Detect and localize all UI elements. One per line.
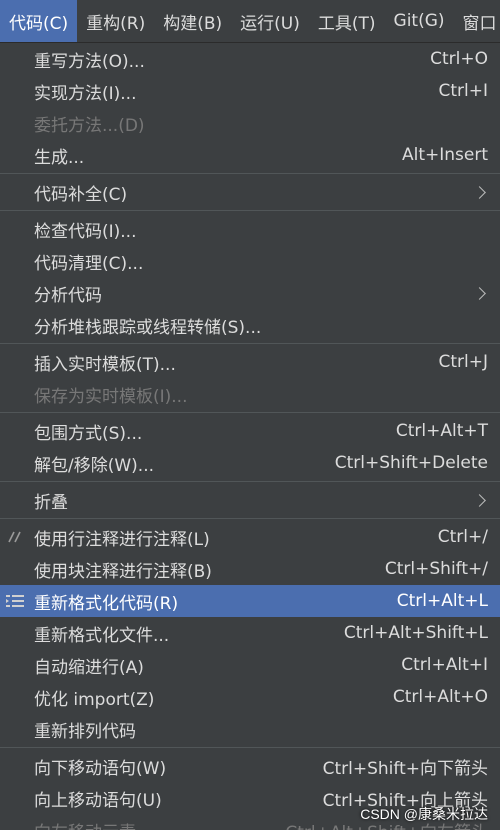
menu-item-shortcut: Ctrl+/	[437, 527, 488, 547]
menu-item-shortcut: Ctrl+Alt+L	[396, 591, 488, 611]
menu-item-label: 保存为实时模板(I)...	[34, 386, 188, 407]
menu-item[interactable]: 生成... Alt+Insert	[0, 139, 500, 171]
menubar-item[interactable]: 代码(C)	[0, 0, 78, 42]
menubar-item[interactable]: 构建(B)	[154, 0, 231, 42]
submenu-arrow-icon	[473, 185, 486, 199]
menu-item-label: 解包/移除(W)...	[34, 455, 155, 476]
menu-separator	[0, 173, 500, 174]
menubar-item[interactable]: 窗口	[454, 0, 500, 42]
menu-item-label: 自动缩进行(A)	[34, 657, 144, 678]
menu-item-label: 折叠	[34, 492, 68, 513]
menu-item-shortcut: Ctrl+Alt+O	[392, 687, 488, 707]
menu-separator	[0, 412, 500, 413]
menubar-item[interactable]: 重构(R)	[77, 0, 154, 42]
menu-item: 委托方法...(D)	[0, 107, 500, 139]
menu-item-label: 委托方法...(D)	[34, 115, 145, 136]
menubar-item[interactable]: Git(G)	[385, 0, 454, 42]
menu-item[interactable]: 包围方式(S)... Ctrl+Alt+T	[0, 415, 500, 447]
menu-item-label: 插入实时模板(T)...	[34, 354, 176, 375]
menu-item[interactable]: 使用块注释进行注释(B) Ctrl+Shift+/	[0, 553, 500, 585]
submenu-arrow-icon	[473, 493, 486, 507]
menu-item-label: 优化 import(Z)	[34, 689, 155, 710]
submenu-arrow-icon	[473, 286, 486, 300]
menu-item[interactable]: 重写方法(O)... Ctrl+O	[0, 43, 500, 75]
menubar-item[interactable]: 工具(T)	[309, 0, 385, 42]
menu-item-label: 重新格式化代码(R)	[34, 593, 179, 614]
menu-item-label: 向左移动元素	[34, 818, 285, 830]
watermark: CSDN @康桑米拉达	[360, 806, 488, 822]
menu-item[interactable]: 向下移动语句(W) Ctrl+Shift+向下箭头	[0, 750, 500, 782]
menu-item-label: 生成...	[34, 147, 85, 168]
menu-item-label: 分析堆栈跟踪或线程转储(S)...	[34, 317, 262, 338]
menu-item[interactable]: 实现方法(I)... Ctrl+I	[0, 75, 500, 107]
menubar-item[interactable]: 运行(U)	[231, 0, 309, 42]
line-comment-icon	[8, 531, 21, 543]
menu-item[interactable]: 插入实时模板(T)... Ctrl+J	[0, 346, 500, 378]
menu-item-shortcut: Alt+Insert	[401, 145, 488, 165]
menu-item-label: 向下移动语句(W)	[34, 758, 167, 779]
menu-item[interactable]: 重新排列代码	[0, 713, 500, 745]
menu-separator	[0, 518, 500, 519]
menu-item-label: 检查代码(I)...	[34, 221, 137, 242]
menu-item[interactable]: 重新格式化代码(R) Ctrl+Alt+L	[0, 585, 500, 617]
menu-item[interactable]: 折叠	[0, 484, 500, 516]
menu-item[interactable]: 优化 import(Z) Ctrl+Alt+O	[0, 681, 500, 713]
menu-item-label: 使用块注释进行注释(B)	[34, 561, 212, 582]
menu-item-shortcut: Ctrl+Shift+/	[384, 559, 488, 579]
menu-item-label: 分析代码	[34, 285, 102, 306]
menu-separator	[0, 481, 500, 482]
menu-item-shortcut: Ctrl+O	[430, 49, 488, 69]
menu-item[interactable]: 代码清理(C)...	[0, 245, 500, 277]
menu-item-label: 代码补全(C)	[34, 184, 128, 205]
menu-item-label: 重新格式化文件...	[34, 625, 170, 646]
menu-item-shortcut: Ctrl+I	[438, 81, 488, 101]
menu-item-label: 实现方法(I)...	[34, 83, 137, 104]
menu-item-shortcut: Ctrl+Shift+向下箭头	[322, 758, 488, 779]
menu-item-shortcut: Ctrl+Alt+I	[401, 655, 488, 675]
menu-separator	[0, 343, 500, 344]
menu-bar: 代码(C) 重构(R) 构建(B) 运行(U) 工具(T) Git(G) 窗口	[0, 0, 500, 43]
menu-item-shortcut: Ctrl+Shift+Delete	[334, 453, 488, 473]
menu-item: 保存为实时模板(I)...	[0, 378, 500, 410]
menu-item-label: 代码清理(C)...	[34, 253, 144, 274]
menu-item[interactable]: 解包/移除(W)... Ctrl+Shift+Delete	[0, 447, 500, 479]
menu-item-label: 向上移动语句(U)	[34, 790, 162, 811]
menu-separator	[0, 747, 500, 748]
menu-item-shortcut: Ctrl+Alt+T	[395, 421, 488, 441]
menu-item[interactable]: 代码补全(C)	[0, 176, 500, 208]
menu-item-label: 重写方法(O)...	[34, 51, 145, 72]
menu-item[interactable]: 分析堆栈跟踪或线程转储(S)...	[0, 309, 500, 341]
menu-item-label: 使用行注释进行注释(L)	[34, 529, 210, 550]
reformat-code-icon	[6, 595, 24, 607]
menu-item[interactable]: 检查代码(I)...	[0, 213, 500, 245]
menu-item[interactable]: 自动缩进行(A) Ctrl+Alt+I	[0, 649, 500, 681]
menu-separator	[0, 210, 500, 211]
menu-item[interactable]: 分析代码	[0, 277, 500, 309]
menu-item-label: 包围方式(S)...	[34, 423, 143, 444]
menu-item[interactable]: 使用行注释进行注释(L) Ctrl+/	[0, 521, 500, 553]
menu-item-label: 重新排列代码	[34, 721, 136, 742]
menu-item-shortcut: Ctrl+J	[438, 352, 488, 372]
menu-item-shortcut: Ctrl+Alt+Shift+L	[343, 623, 488, 643]
menu-item[interactable]: 重新格式化文件... Ctrl+Alt+Shift+L	[0, 617, 500, 649]
code-dropdown-menu: 重写方法(O)... Ctrl+O 实现方法(I)... Ctrl+I 委托方法...(…	[0, 43, 500, 830]
